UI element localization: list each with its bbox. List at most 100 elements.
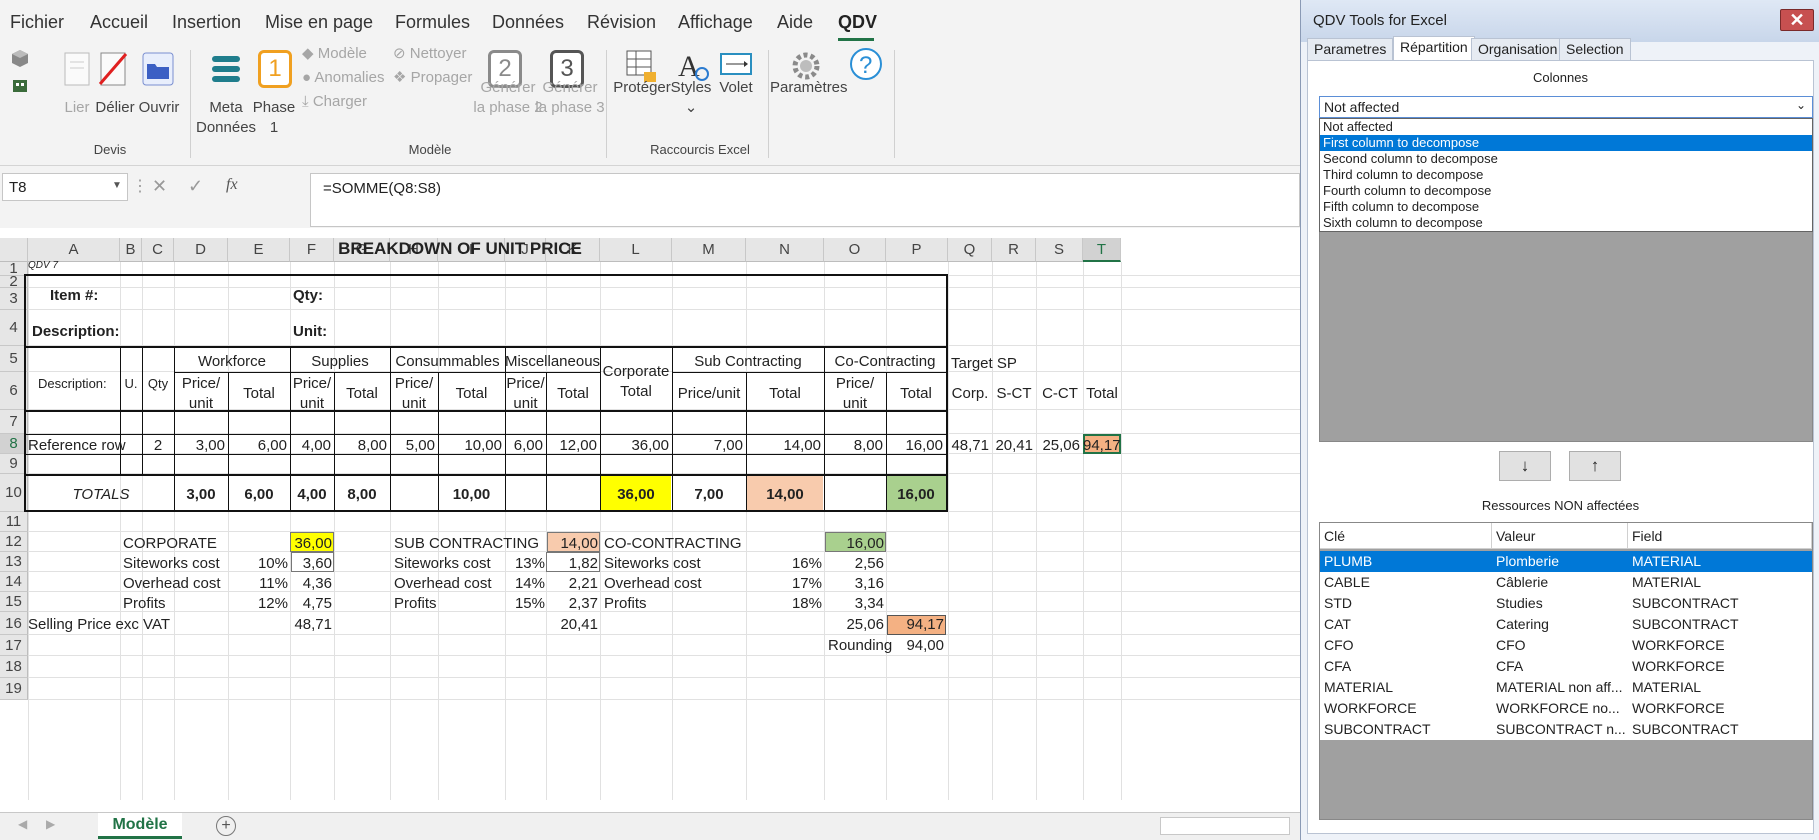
column-header-P[interactable]: P: [886, 238, 948, 262]
table-row[interactable]: CAT Catering SUBCONTRACT: [1320, 614, 1812, 635]
row-header-19[interactable]: 19: [0, 678, 28, 700]
table-header-0[interactable]: Clé: [1320, 523, 1492, 549]
modele-button[interactable]: ◆ Modèle: [302, 44, 367, 64]
tab-organisation[interactable]: Organisation: [1471, 38, 1565, 60]
header-total-4: Total: [769, 385, 801, 402]
table-row[interactable]: SUBCONTRACT SUBCONTRACT n... SUBCONTRACT: [1320, 719, 1812, 740]
row-header-18[interactable]: 18: [0, 656, 28, 678]
horizontal-scrollbar[interactable]: [1160, 817, 1290, 835]
column-select[interactable]: Not affected ⌄: [1319, 96, 1813, 118]
menu-mise-en-page[interactable]: Mise en page: [265, 12, 373, 33]
tab-parametres[interactable]: Parametres: [1307, 38, 1394, 60]
phase-1-button[interactable]: Phase 1: [250, 98, 298, 138]
table-row[interactable]: CFA CFA WORKFORCE: [1320, 656, 1812, 677]
proteger-button[interactable]: Protéger: [612, 78, 672, 98]
menu-formules[interactable]: Formules: [395, 12, 470, 33]
sheet-tab-modele[interactable]: Modèle: [98, 813, 182, 839]
prev-sheet-icon[interactable]: ◀: [18, 817, 27, 831]
column-header-R[interactable]: R: [992, 238, 1036, 262]
cube-icon[interactable]: [10, 48, 30, 68]
table-header-2[interactable]: Field: [1628, 523, 1812, 549]
row-header-13[interactable]: 13: [0, 552, 28, 572]
column-header-E[interactable]: E: [228, 238, 290, 262]
volet-button[interactable]: Volet: [712, 78, 760, 98]
column-header-C[interactable]: C: [142, 238, 174, 262]
cancel-icon[interactable]: ✕: [152, 176, 167, 197]
name-box[interactable]: T8: [2, 173, 128, 201]
table-cell: SUBCONTRACT n...: [1496, 721, 1626, 737]
column-header-A[interactable]: A: [28, 238, 120, 262]
ouvrir-button[interactable]: Ouvrir: [132, 98, 186, 118]
table-cell: Studies: [1496, 595, 1543, 611]
row-header-11[interactable]: 11: [0, 512, 28, 532]
close-icon[interactable]: ✕: [1780, 9, 1814, 31]
colonnes-label: Colonnes: [1533, 70, 1588, 85]
fx-icon[interactable]: fx: [226, 176, 238, 194]
tab-repartition[interactable]: Répartition: [1393, 36, 1475, 61]
dropdown-option[interactable]: Fourth column to decompose: [1320, 183, 1812, 199]
add-sheet-icon[interactable]: +: [216, 816, 236, 836]
styles-button[interactable]: Styles ⌄: [668, 78, 714, 118]
tab-selection[interactable]: Selection: [1559, 38, 1631, 60]
menu-qdv[interactable]: QDV: [838, 12, 877, 33]
column-header-B[interactable]: B: [120, 238, 142, 262]
formula-input[interactable]: =SOMME(Q8:S8): [310, 173, 1300, 227]
help-icon[interactable]: ?: [848, 46, 884, 86]
sub-selling-price: 20,41: [560, 616, 598, 633]
row-header-16[interactable]: 16: [0, 612, 28, 635]
charger-button[interactable]: ⤓ Charger: [302, 92, 367, 112]
column-header-M[interactable]: M: [672, 238, 746, 262]
totals-value: 6,00: [244, 486, 274, 503]
menu-affichage[interactable]: Affichage: [678, 12, 753, 33]
table-row[interactable]: WORKFORCE WORKFORCE no... WORKFORCE: [1320, 698, 1812, 719]
spreadsheet-grid[interactable]: ABCDEFGHIJKLMNOPQRST 1 2 3 4 5 6 7 8 9 10 11 12 13 14…: [0, 238, 1300, 800]
table-row[interactable]: STD Studies SUBCONTRACT: [1320, 593, 1812, 614]
propager-button[interactable]: ❖ Propager: [393, 68, 472, 88]
table-header-1[interactable]: Valeur: [1492, 523, 1628, 549]
column-header-O[interactable]: O: [824, 238, 886, 262]
row-header-12[interactable]: 12: [0, 532, 28, 552]
sub-siteworks-value: 1,82: [568, 555, 598, 572]
dropdown-option[interactable]: Second column to decompose: [1320, 151, 1812, 167]
menu-revision[interactable]: Révision: [587, 12, 656, 33]
dropdown-option[interactable]: Sixth column to decompose: [1320, 215, 1812, 231]
menu-aide[interactable]: Aide: [777, 12, 813, 33]
move-up-button[interactable]: ↑: [1569, 451, 1621, 481]
nettoyer-button[interactable]: ⊘ Nettoyer: [393, 44, 466, 64]
row-header-14[interactable]: 14: [0, 572, 28, 592]
move-down-button[interactable]: ↓: [1499, 451, 1551, 481]
select-all-corner[interactable]: [0, 238, 28, 262]
row-header-15[interactable]: 15: [0, 592, 28, 612]
column-header-N[interactable]: N: [746, 238, 824, 262]
header-c-ct: C-CT: [1042, 385, 1078, 402]
table-row[interactable]: MATERIAL MATERIAL non aff... MATERIAL: [1320, 677, 1812, 698]
column-header-D[interactable]: D: [174, 238, 228, 262]
meta-donnees-button[interactable]: Meta Données: [196, 98, 256, 138]
column-header-T[interactable]: T: [1083, 238, 1121, 262]
header-price-unit-0-line2: unit: [188, 395, 214, 412]
menu-insertion[interactable]: Insertion: [172, 12, 241, 33]
chevron-down-icon[interactable]: ▼: [112, 180, 122, 191]
reference-value: 10,00: [464, 437, 502, 454]
next-sheet-icon[interactable]: ▶: [46, 817, 55, 831]
column-header-Q[interactable]: Q: [948, 238, 992, 262]
menu-accueil[interactable]: Accueil: [90, 12, 148, 33]
dropdown-option[interactable]: Fifth column to decompose: [1320, 199, 1812, 215]
table-row[interactable]: PLUMB Plomberie MATERIAL: [1320, 551, 1812, 572]
dropdown-option[interactable]: Not affected: [1320, 119, 1812, 135]
menu-donnees[interactable]: Données: [492, 12, 564, 33]
anomalies-button[interactable]: ● Anomalies: [302, 68, 384, 88]
row-header-17[interactable]: 17: [0, 635, 28, 656]
confirm-icon[interactable]: ✓: [188, 176, 203, 197]
dropdown-option[interactable]: Third column to decompose: [1320, 167, 1812, 183]
parametres-button[interactable]: Paramètres: [770, 78, 848, 98]
robot-icon[interactable]: [10, 76, 30, 96]
border-line: [120, 346, 121, 476]
generer-phase-3-button[interactable]: Générer la phase 3: [532, 78, 608, 118]
column-header-S[interactable]: S: [1036, 238, 1083, 262]
table-row[interactable]: CABLE Câblerie MATERIAL: [1320, 572, 1812, 593]
dropdown-option[interactable]: First column to decompose: [1320, 135, 1812, 151]
table-row[interactable]: CFO CFO WORKFORCE: [1320, 635, 1812, 656]
header-miscellaneous: Miscellaneous: [505, 353, 601, 370]
menu-fichier[interactable]: Fichier: [10, 12, 64, 33]
